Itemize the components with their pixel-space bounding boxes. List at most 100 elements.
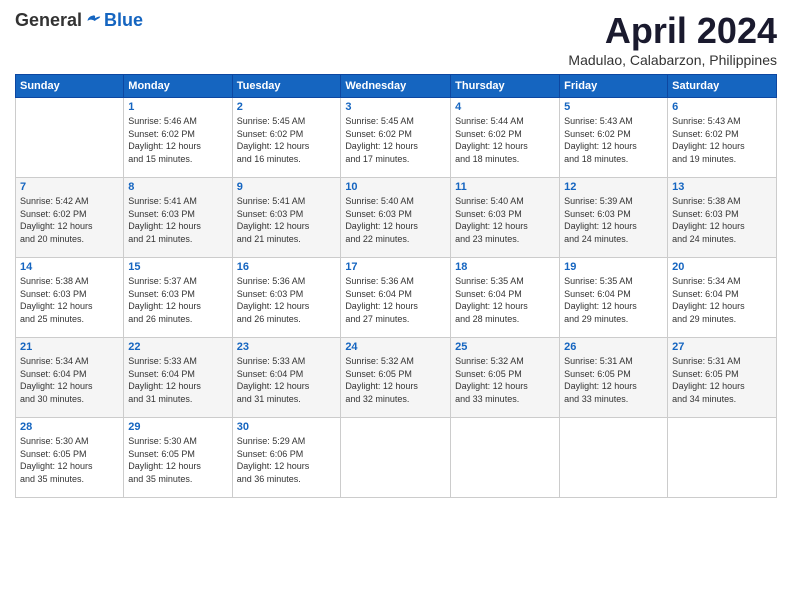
- logo-blue: Blue: [104, 10, 143, 31]
- day-info: Sunrise: 5:38 AMSunset: 6:03 PMDaylight:…: [672, 195, 772, 245]
- day-number: 26: [564, 341, 663, 353]
- day-info: Sunrise: 5:35 AMSunset: 6:04 PMDaylight:…: [455, 275, 555, 325]
- logo: General Blue: [15, 10, 143, 31]
- table-cell: 28 Sunrise: 5:30 AMSunset: 6:05 PMDayligh…: [16, 418, 124, 498]
- day-info: Sunrise: 5:45 AMSunset: 6:02 PMDaylight:…: [345, 115, 446, 165]
- day-number: 5: [564, 101, 663, 113]
- table-cell: 8Sunrise: 5:41 AMSunset: 6:03 PMDaylight…: [124, 178, 232, 258]
- week-row-5: 28 Sunrise: 5:30 AMSunset: 6:05 PMDayligh…: [16, 418, 777, 498]
- day-number: 16: [237, 261, 337, 273]
- day-number: 23: [237, 341, 337, 353]
- day-info: Sunrise: 5:32 AMSunset: 6:05 PMDaylight:…: [455, 355, 555, 405]
- table-cell: [560, 418, 668, 498]
- day-info: Sunrise: 5:41 AMSunset: 6:03 PMDaylight:…: [237, 195, 337, 245]
- day-number: 28: [20, 421, 119, 433]
- table-cell: 9 Sunrise: 5:41 AMSunset: 6:03 PMDaylight…: [232, 178, 341, 258]
- day-info: Sunrise: 5:30 AMSunset: 6:05 PMDaylight:…: [20, 435, 119, 485]
- table-cell: [451, 418, 560, 498]
- table-cell: 30Sunrise: 5:29 AMSunset: 6:06 PMDayligh…: [232, 418, 341, 498]
- week-row-1: 1Sunrise: 5:46 AMSunset: 6:02 PMDaylight…: [16, 98, 777, 178]
- day-number: 19: [564, 261, 663, 273]
- day-info: Sunrise: 5:41 AMSunset: 6:03 PMDaylight:…: [128, 195, 227, 245]
- table-cell: 16 Sunrise: 5:36 AMSunset: 6:03 PMDayligh…: [232, 258, 341, 338]
- logo-general: General: [15, 10, 82, 31]
- day-info: Sunrise: 5:42 AMSunset: 6:02 PMDaylight:…: [20, 195, 119, 245]
- day-number: 6: [672, 101, 772, 113]
- table-cell: 17 Sunrise: 5:36 AMSunset: 6:04 PMDayligh…: [341, 258, 451, 338]
- table-cell: 5 Sunrise: 5:43 AMSunset: 6:02 PMDaylight…: [560, 98, 668, 178]
- table-cell: 3 Sunrise: 5:45 AMSunset: 6:02 PMDaylight…: [341, 98, 451, 178]
- table-cell: 21 Sunrise: 5:34 AMSunset: 6:04 PMDayligh…: [16, 338, 124, 418]
- table-cell: 1Sunrise: 5:46 AMSunset: 6:02 PMDaylight…: [124, 98, 232, 178]
- day-number: 21: [20, 341, 119, 353]
- day-number: 11: [455, 181, 555, 193]
- col-thursday: Thursday: [451, 75, 560, 98]
- day-info: Sunrise: 5:39 AMSunset: 6:03 PMDaylight:…: [564, 195, 663, 245]
- day-number: 27: [672, 341, 772, 353]
- table-cell: 4 Sunrise: 5:44 AMSunset: 6:02 PMDaylight…: [451, 98, 560, 178]
- week-row-4: 21 Sunrise: 5:34 AMSunset: 6:04 PMDayligh…: [16, 338, 777, 418]
- day-number: 3: [345, 101, 446, 113]
- location-subtitle: Madulao, Calabarzon, Philippines: [568, 52, 777, 68]
- col-tuesday: Tuesday: [232, 75, 341, 98]
- day-info: Sunrise: 5:36 AMSunset: 6:03 PMDaylight:…: [237, 275, 337, 325]
- table-cell: 29 Sunrise: 5:30 AMSunset: 6:05 PMDayligh…: [124, 418, 232, 498]
- table-cell: 10 Sunrise: 5:40 AMSunset: 6:03 PMDayligh…: [341, 178, 451, 258]
- day-info: Sunrise: 5:31 AMSunset: 6:05 PMDaylight:…: [672, 355, 772, 405]
- day-number: 14: [20, 261, 119, 273]
- table-cell: 25Sunrise: 5:32 AMSunset: 6:05 PMDayligh…: [451, 338, 560, 418]
- day-number: 15: [128, 261, 227, 273]
- month-title: April 2024: [568, 10, 777, 52]
- title-area: April 2024 Madulao, Calabarzon, Philippi…: [568, 10, 777, 68]
- day-number: 7: [20, 181, 119, 193]
- calendar-table: Sunday Monday Tuesday Wednesday Thursday…: [15, 74, 777, 498]
- day-number: 10: [345, 181, 446, 193]
- col-sunday: Sunday: [16, 75, 124, 98]
- table-cell: 11 Sunrise: 5:40 AMSunset: 6:03 PMDayligh…: [451, 178, 560, 258]
- day-info: Sunrise: 5:31 AMSunset: 6:05 PMDaylight:…: [564, 355, 663, 405]
- table-cell: 27 Sunrise: 5:31 AMSunset: 6:05 PMDayligh…: [668, 338, 777, 418]
- day-number: 18: [455, 261, 555, 273]
- col-monday: Monday: [124, 75, 232, 98]
- col-wednesday: Wednesday: [341, 75, 451, 98]
- day-number: 30: [237, 421, 337, 433]
- col-saturday: Saturday: [668, 75, 777, 98]
- day-number: 4: [455, 101, 555, 113]
- day-info: Sunrise: 5:30 AMSunset: 6:05 PMDaylight:…: [128, 435, 227, 485]
- table-cell: 6 Sunrise: 5:43 AMSunset: 6:02 PMDaylight…: [668, 98, 777, 178]
- table-cell: 13 Sunrise: 5:38 AMSunset: 6:03 PMDayligh…: [668, 178, 777, 258]
- day-number: 22: [128, 341, 227, 353]
- week-row-2: 7 Sunrise: 5:42 AMSunset: 6:02 PMDaylight…: [16, 178, 777, 258]
- logo-bird-icon: [84, 12, 102, 30]
- day-number: 1: [128, 101, 227, 113]
- day-info: Sunrise: 5:40 AMSunset: 6:03 PMDaylight:…: [455, 195, 555, 245]
- table-cell: 23Sunrise: 5:33 AMSunset: 6:04 PMDayligh…: [232, 338, 341, 418]
- day-info: Sunrise: 5:44 AMSunset: 6:02 PMDaylight:…: [455, 115, 555, 165]
- table-cell: 20Sunrise: 5:34 AMSunset: 6:04 PMDayligh…: [668, 258, 777, 338]
- day-number: 29: [128, 421, 227, 433]
- table-cell: 12 Sunrise: 5:39 AMSunset: 6:03 PMDayligh…: [560, 178, 668, 258]
- day-info: Sunrise: 5:36 AMSunset: 6:04 PMDaylight:…: [345, 275, 446, 325]
- table-cell: 18 Sunrise: 5:35 AMSunset: 6:04 PMDayligh…: [451, 258, 560, 338]
- day-info: Sunrise: 5:33 AMSunset: 6:04 PMDaylight:…: [128, 355, 227, 405]
- table-cell: [16, 98, 124, 178]
- day-number: 2: [237, 101, 337, 113]
- table-cell: 7 Sunrise: 5:42 AMSunset: 6:02 PMDaylight…: [16, 178, 124, 258]
- day-info: Sunrise: 5:43 AMSunset: 6:02 PMDaylight:…: [564, 115, 663, 165]
- day-info: Sunrise: 5:37 AMSunset: 6:03 PMDaylight:…: [128, 275, 227, 325]
- table-cell: 2 Sunrise: 5:45 AMSunset: 6:02 PMDaylight…: [232, 98, 341, 178]
- table-cell: [668, 418, 777, 498]
- week-row-3: 14 Sunrise: 5:38 AMSunset: 6:03 PMDayligh…: [16, 258, 777, 338]
- day-info: Sunrise: 5:34 AMSunset: 6:04 PMDaylight:…: [672, 275, 772, 325]
- table-cell: 26 Sunrise: 5:31 AMSunset: 6:05 PMDayligh…: [560, 338, 668, 418]
- day-number: 13: [672, 181, 772, 193]
- table-cell: 24Sunrise: 5:32 AMSunset: 6:05 PMDayligh…: [341, 338, 451, 418]
- day-info: Sunrise: 5:34 AMSunset: 6:04 PMDaylight:…: [20, 355, 119, 405]
- day-number: 9: [237, 181, 337, 193]
- day-info: Sunrise: 5:45 AMSunset: 6:02 PMDaylight:…: [237, 115, 337, 165]
- day-info: Sunrise: 5:40 AMSunset: 6:03 PMDaylight:…: [345, 195, 446, 245]
- day-info: Sunrise: 5:43 AMSunset: 6:02 PMDaylight:…: [672, 115, 772, 165]
- day-number: 17: [345, 261, 446, 273]
- day-info: Sunrise: 5:38 AMSunset: 6:03 PMDaylight:…: [20, 275, 119, 325]
- day-number: 12: [564, 181, 663, 193]
